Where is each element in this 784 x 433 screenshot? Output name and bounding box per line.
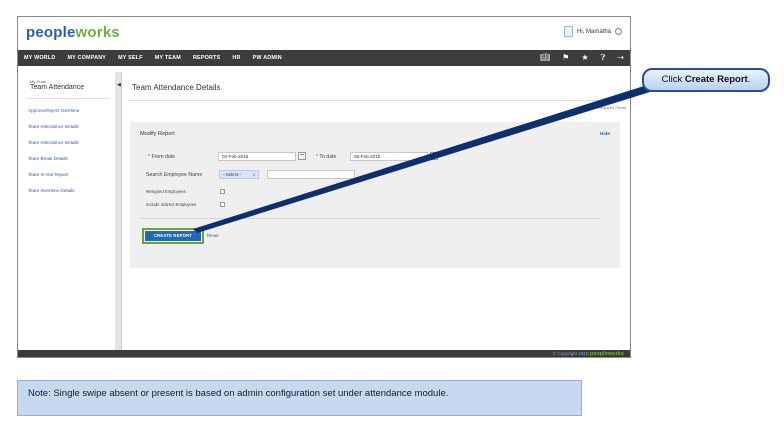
arrow-shape bbox=[193, 86, 650, 233]
instruction-callout: Click Create Report. bbox=[642, 68, 770, 92]
callout-suffix: . bbox=[747, 74, 751, 85]
callout-prefix: Click bbox=[661, 74, 683, 85]
callout-arrow bbox=[193, 86, 650, 233]
note-box: Note: Single swipe absent or present is … bbox=[17, 380, 582, 416]
callout-bold: Create Report bbox=[684, 74, 748, 85]
